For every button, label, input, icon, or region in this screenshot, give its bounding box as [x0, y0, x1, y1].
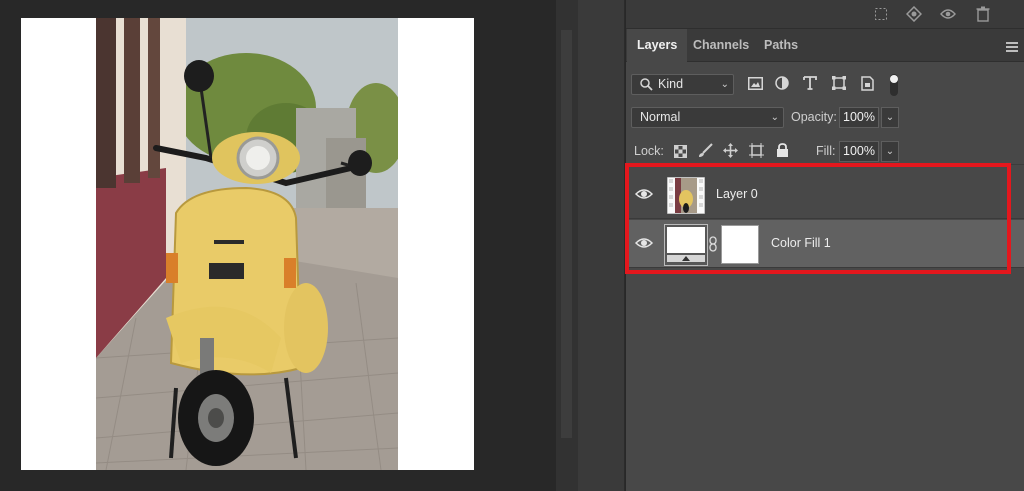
- opacity-input[interactable]: 100%: [839, 107, 879, 128]
- fill-adjust-icon[interactable]: [905, 5, 923, 23]
- lock-move-icon[interactable]: [722, 142, 738, 158]
- type-filter-icon[interactable]: [801, 74, 819, 92]
- lock-label: Lock:: [634, 144, 664, 158]
- tab-channels[interactable]: Channels: [683, 29, 759, 62]
- layer-list: Layer 0 Color Fill 1: [626, 164, 1024, 491]
- fill-label: Fill:: [816, 144, 836, 158]
- search-icon: [640, 78, 653, 97]
- opacity-label: Opacity:: [791, 110, 837, 124]
- filter-kind-dropdown[interactable]: Kind ⌄: [631, 74, 734, 95]
- blend-row: Normal ⌄ Opacity: 100% ⌄: [626, 107, 1024, 129]
- panel-divider: [578, 0, 625, 491]
- visibility-icon[interactable]: [939, 5, 957, 23]
- trash-icon[interactable]: [974, 5, 992, 23]
- link-chain-icon[interactable]: [709, 236, 717, 255]
- blend-mode-value: Normal: [640, 110, 681, 124]
- tab-layers[interactable]: Layers: [627, 29, 688, 62]
- layer-mask-thumbnail[interactable]: [721, 225, 759, 264]
- layer-visibility-eye-icon[interactable]: [634, 187, 655, 203]
- blend-mode-dropdown[interactable]: Normal ⌄: [631, 107, 784, 128]
- document-canvas[interactable]: [21, 18, 474, 470]
- lock-transparent-icon[interactable]: [672, 143, 688, 159]
- scrollbar-thumb[interactable]: [561, 30, 572, 438]
- adjustment-filter-icon[interactable]: [773, 74, 791, 92]
- smart-object-filter-icon[interactable]: [858, 74, 876, 92]
- layer-row-color-fill-1[interactable]: Color Fill 1: [626, 220, 1024, 268]
- layer-visibility-eye-icon[interactable]: [634, 236, 655, 252]
- chevron-down-icon: ⌄: [770, 112, 779, 123]
- chevron-down-icon: ⌄: [720, 79, 729, 90]
- panel-menu-icon[interactable]: [1006, 41, 1018, 52]
- image-filter-icon[interactable]: [746, 74, 764, 92]
- color-fill-thumbnail: [664, 224, 708, 266]
- panel-top-bar: [626, 0, 1024, 29]
- filter-row: Kind ⌄: [626, 74, 1024, 96]
- scooter-photo: [96, 18, 398, 470]
- panel-tabs: Layers Channels Paths: [626, 29, 1024, 62]
- fill-dropdown-button[interactable]: ⌄: [881, 141, 899, 162]
- layer-name: Layer 0: [716, 187, 758, 201]
- layer-0-thumbnail: [666, 176, 706, 215]
- lock-all-icon[interactable]: [774, 142, 790, 158]
- layer-name: Color Fill 1: [771, 236, 831, 250]
- layers-panel: Layers Channels Paths Kind ⌄ Normal ⌄ Op…: [626, 0, 1024, 491]
- shape-filter-icon[interactable]: [830, 74, 848, 92]
- filter-kind-label: Kind: [658, 77, 684, 91]
- filter-toggle-icon[interactable]: [885, 73, 903, 97]
- lock-brush-icon[interactable]: [697, 142, 713, 158]
- vertical-scrollbar[interactable]: [556, 0, 578, 491]
- selection-icon[interactable]: [872, 5, 890, 23]
- canvas-area[interactable]: [0, 0, 556, 491]
- lock-artboard-icon[interactable]: [748, 142, 764, 158]
- lock-row: Lock: Fill: 100% ⌄: [626, 141, 1024, 163]
- fill-input[interactable]: 100%: [839, 141, 879, 162]
- layer-row-layer-0[interactable]: Layer 0: [626, 171, 1024, 219]
- tab-paths[interactable]: Paths: [754, 29, 808, 62]
- opacity-dropdown-button[interactable]: ⌄: [881, 107, 899, 128]
